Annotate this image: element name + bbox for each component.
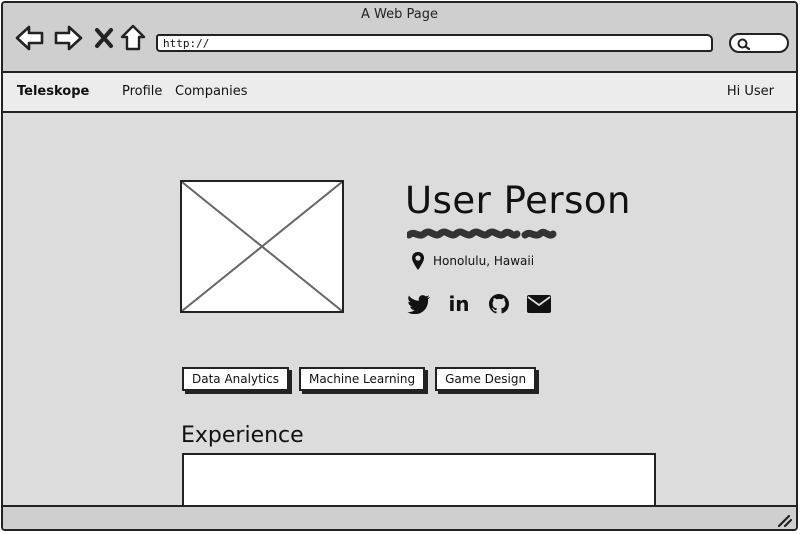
redacted-subtitle-scribble [407, 228, 557, 239]
social-links: in [406, 291, 566, 317]
arrow-left-icon [15, 25, 44, 51]
skill-tag[interactable]: Data Analytics [182, 367, 289, 391]
github-link[interactable] [486, 291, 512, 317]
back-button[interactable] [15, 23, 45, 53]
forward-button[interactable] [53, 23, 83, 53]
resize-grip-icon[interactable] [776, 513, 792, 527]
profile-location: Honolulu, Hawaii [411, 251, 534, 271]
brand-logo-link[interactable]: Teleskope [17, 84, 89, 99]
image-placeholder-icon [182, 182, 342, 311]
email-link[interactable] [526, 291, 552, 317]
browser-toolbar: A Web Page [3, 3, 796, 73]
home-icon [120, 24, 146, 51]
home-button[interactable] [118, 23, 148, 53]
github-icon [489, 294, 509, 314]
site-navbar: Teleskope Profile Companies Hi User [3, 73, 796, 113]
map-pin-icon [412, 252, 424, 270]
skill-tag[interactable]: Machine Learning [298, 367, 426, 391]
window-title: A Web Page [361, 7, 438, 22]
linkedin-icon: in [448, 292, 470, 316]
twitter-icon [407, 295, 430, 314]
experience-panel [182, 453, 656, 513]
nav-link-companies[interactable]: Companies [175, 84, 248, 99]
stop-button[interactable] [89, 23, 119, 53]
location-text: Honolulu, Hawaii [433, 254, 535, 268]
profile-photo-placeholder [180, 180, 344, 313]
nav-link-profile[interactable]: Profile [122, 84, 162, 99]
profile-name: User Person [405, 179, 631, 222]
address-bar[interactable] [156, 34, 713, 52]
linkedin-link[interactable]: in [446, 291, 472, 317]
skill-tags: Data Analytics Machine Learning Game Des… [182, 367, 546, 391]
skill-tag[interactable]: Game Design [435, 367, 537, 391]
experience-heading: Experience [181, 423, 304, 448]
arrow-right-icon [54, 25, 83, 51]
status-bar [3, 505, 796, 529]
search-icon [737, 38, 751, 50]
envelope-icon [527, 295, 551, 313]
browser-window: A Web Page http:// Teleskope Profile Com… [1, 1, 798, 531]
twitter-link[interactable] [406, 291, 432, 317]
close-icon [95, 28, 113, 48]
user-menu[interactable]: Hi User [727, 84, 774, 99]
browser-search-field[interactable] [729, 33, 789, 53]
